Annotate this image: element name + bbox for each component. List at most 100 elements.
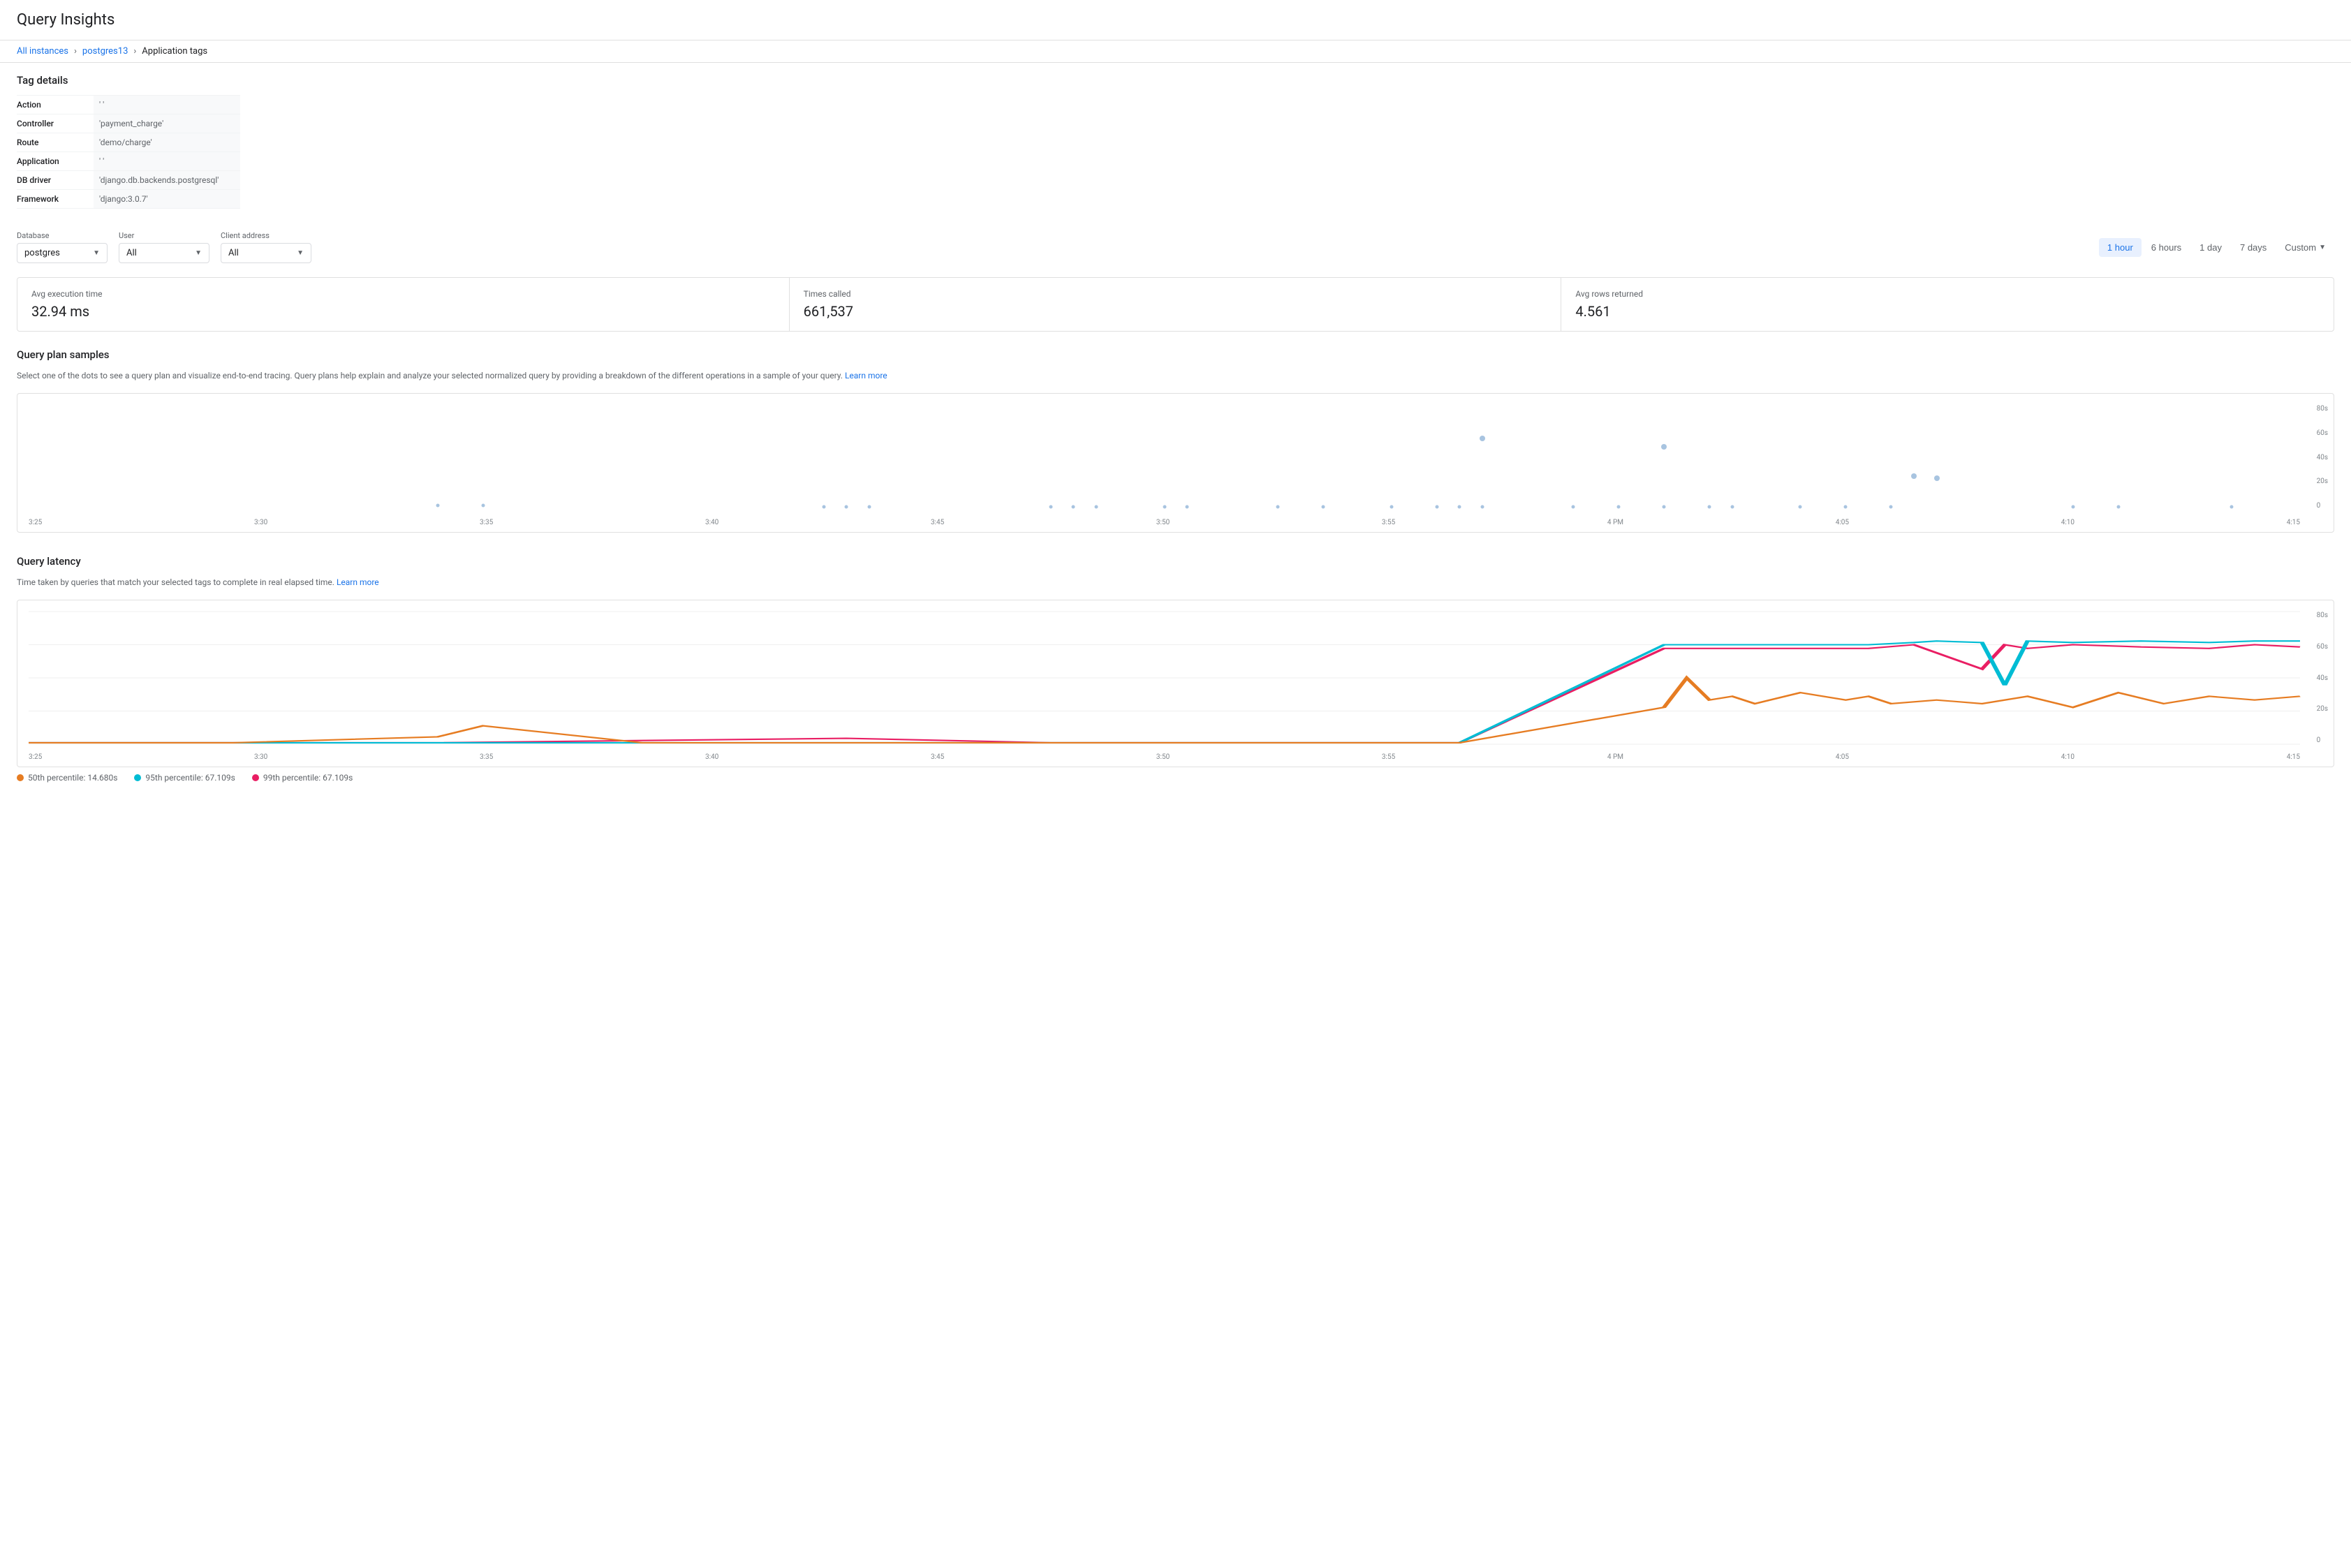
y-label-20s: 20s	[2317, 705, 2328, 713]
metric-avg-execution-label: Avg execution time	[31, 289, 775, 299]
time-btn-7days[interactable]: 7 days	[2232, 238, 2275, 257]
scatter-dot-high-4[interactable]	[1934, 475, 1940, 481]
scatter-dot[interactable]	[1480, 505, 1484, 508]
legend-label-99th: 99th percentile: 67.109s	[263, 773, 353, 783]
page-title: Query Insights	[17, 11, 2334, 29]
breadcrumb-postgres13[interactable]: postgres13	[82, 46, 128, 57]
query-plan-chart: 80s 60s 40s 20s 0	[17, 393, 2334, 533]
y-label-60s: 60s	[2317, 429, 2328, 437]
database-filter-value: postgres	[24, 248, 87, 258]
scatter-dot[interactable]	[436, 504, 439, 508]
y-label-80s: 80s	[2317, 612, 2328, 619]
user-filter-select[interactable]: All ▼	[119, 243, 209, 263]
tag-value-application: ' '	[94, 152, 240, 170]
scatter-dot[interactable]	[867, 505, 871, 508]
scatter-dot[interactable]	[481, 504, 485, 508]
latency-line-chart	[29, 612, 2300, 744]
tag-label-dbdriver: DB driver	[17, 171, 94, 189]
50th-percentile-line	[29, 678, 2300, 743]
scatter-dot[interactable]	[1322, 505, 1325, 508]
y-label-0: 0	[2317, 737, 2328, 744]
scatter-dot[interactable]	[1094, 505, 1098, 508]
legend-dot-99th	[252, 774, 259, 781]
breadcrumb-current: Application tags	[142, 46, 207, 57]
database-filter-select[interactable]: postgres ▼	[17, 243, 108, 263]
scatter-dot[interactable]	[1163, 505, 1166, 508]
tag-label-application: Application	[17, 152, 94, 170]
client-address-filter-value: All	[228, 248, 291, 258]
scatter-dot[interactable]	[1708, 505, 1711, 508]
tag-value-route: 'demo/charge'	[94, 133, 240, 151]
time-btn-custom[interactable]: Custom ▼	[2276, 238, 2334, 257]
query-latency-chart: 80s 60s 40s 20s 0	[17, 600, 2334, 767]
scatter-dot[interactable]	[1276, 505, 1280, 508]
database-filter-arrow: ▼	[93, 249, 100, 257]
user-filter-value: All	[126, 248, 189, 258]
x-label: 3:30	[254, 519, 267, 526]
scatter-dot[interactable]	[1663, 505, 1666, 508]
scatter-dot[interactable]	[1435, 505, 1438, 508]
x-label: 3:25	[29, 519, 42, 526]
tag-row-controller: Controller 'payment_charge'	[17, 114, 240, 133]
metric-avg-rows-label: Avg rows returned	[1575, 289, 2320, 299]
scatter-dot-high-2[interactable]	[1661, 444, 1667, 450]
scatter-dot[interactable]	[845, 505, 848, 508]
x-label: 4:10	[2061, 753, 2074, 761]
legend-99th: 99th percentile: 67.109s	[252, 773, 353, 783]
scatter-dot[interactable]	[1072, 505, 1075, 508]
x-label: 3:45	[931, 753, 944, 761]
scatter-dot[interactable]	[1572, 505, 1575, 508]
time-btn-1hour[interactable]: 1 hour	[2099, 238, 2142, 257]
tag-details-table: Action ' ' Controller 'payment_charge' R…	[17, 95, 240, 209]
scatter-dot[interactable]	[1390, 505, 1393, 508]
metric-avg-rows: Avg rows returned 4.561	[1561, 278, 2334, 331]
query-plan-learn-more[interactable]: Learn more	[845, 371, 887, 380]
metric-times-called-label: Times called	[804, 289, 1547, 299]
scatter-dot[interactable]	[1617, 505, 1621, 508]
tag-row-dbdriver: DB driver 'django.db.backends.postgresql…	[17, 171, 240, 190]
scatter-dot[interactable]	[2116, 505, 2120, 508]
scatter-dot[interactable]	[1049, 505, 1052, 508]
query-plan-section: Query plan samples Select one of the dot…	[17, 348, 2334, 533]
scatter-dot-high-3[interactable]	[1911, 473, 1917, 479]
query-plan-desc-text: Select one of the dots to see a query pl…	[17, 371, 843, 380]
scatter-dot[interactable]	[1889, 505, 1893, 508]
legend-dot-50th	[17, 774, 24, 781]
tag-row-framework: Framework 'django:3.0.7'	[17, 190, 240, 209]
metric-avg-execution-value: 32.94 ms	[31, 303, 775, 320]
x-label: 4:10	[2061, 519, 2074, 526]
breadcrumb-sep-1: ›	[74, 46, 77, 57]
scatter-dot[interactable]	[822, 505, 825, 508]
scatter-dot[interactable]	[1844, 505, 1848, 508]
x-label: 3:40	[705, 519, 718, 526]
client-address-filter-select[interactable]: All ▼	[221, 243, 311, 263]
time-btn-1day[interactable]: 1 day	[2191, 238, 2230, 257]
query-plan-desc: Select one of the dots to see a query pl…	[17, 369, 2334, 382]
95th-percentile-line	[29, 641, 2300, 743]
x-label: 4:15	[2287, 519, 2300, 526]
page-header: Query Insights	[0, 0, 2351, 40]
scatter-dot[interactable]	[1799, 505, 1802, 508]
query-plan-x-labels: 3:25 3:30 3:35 3:40 3:45 3:50 3:55 4 PM …	[29, 519, 2300, 526]
y-label-20s: 20s	[2317, 478, 2328, 485]
query-latency-desc: Time taken by queries that match your se…	[17, 576, 2334, 589]
scatter-dot-high-1[interactable]	[1480, 436, 1485, 441]
metric-avg-execution: Avg execution time 32.94 ms	[17, 278, 790, 331]
main-content: Tag details Action ' ' Controller 'payme…	[0, 63, 2351, 816]
query-latency-section: Query latency Time taken by queries that…	[17, 555, 2334, 783]
metrics-row: Avg execution time 32.94 ms Times called…	[17, 277, 2334, 332]
filters-row: Database postgres ▼ User All ▼ Client ad…	[17, 231, 2334, 263]
breadcrumb-sep-2: ›	[133, 46, 136, 57]
query-latency-learn-more[interactable]: Learn more	[337, 577, 379, 587]
scatter-dot[interactable]	[1186, 505, 1189, 508]
scatter-dot[interactable]	[2071, 505, 2074, 508]
time-buttons: 1 hour 6 hours 1 day 7 days Custom ▼	[2099, 238, 2334, 257]
legend-label-95th: 95th percentile: 67.109s	[145, 773, 235, 783]
x-label: 3:55	[1382, 519, 1395, 526]
tag-value-dbdriver: 'django.db.backends.postgresql'	[94, 171, 240, 189]
scatter-dot[interactable]	[1730, 505, 1734, 508]
time-btn-6hours[interactable]: 6 hours	[2143, 238, 2190, 257]
breadcrumb-all-instances[interactable]: All instances	[17, 46, 68, 57]
scatter-dot[interactable]	[1458, 505, 1461, 508]
scatter-dot[interactable]	[2230, 505, 2234, 508]
